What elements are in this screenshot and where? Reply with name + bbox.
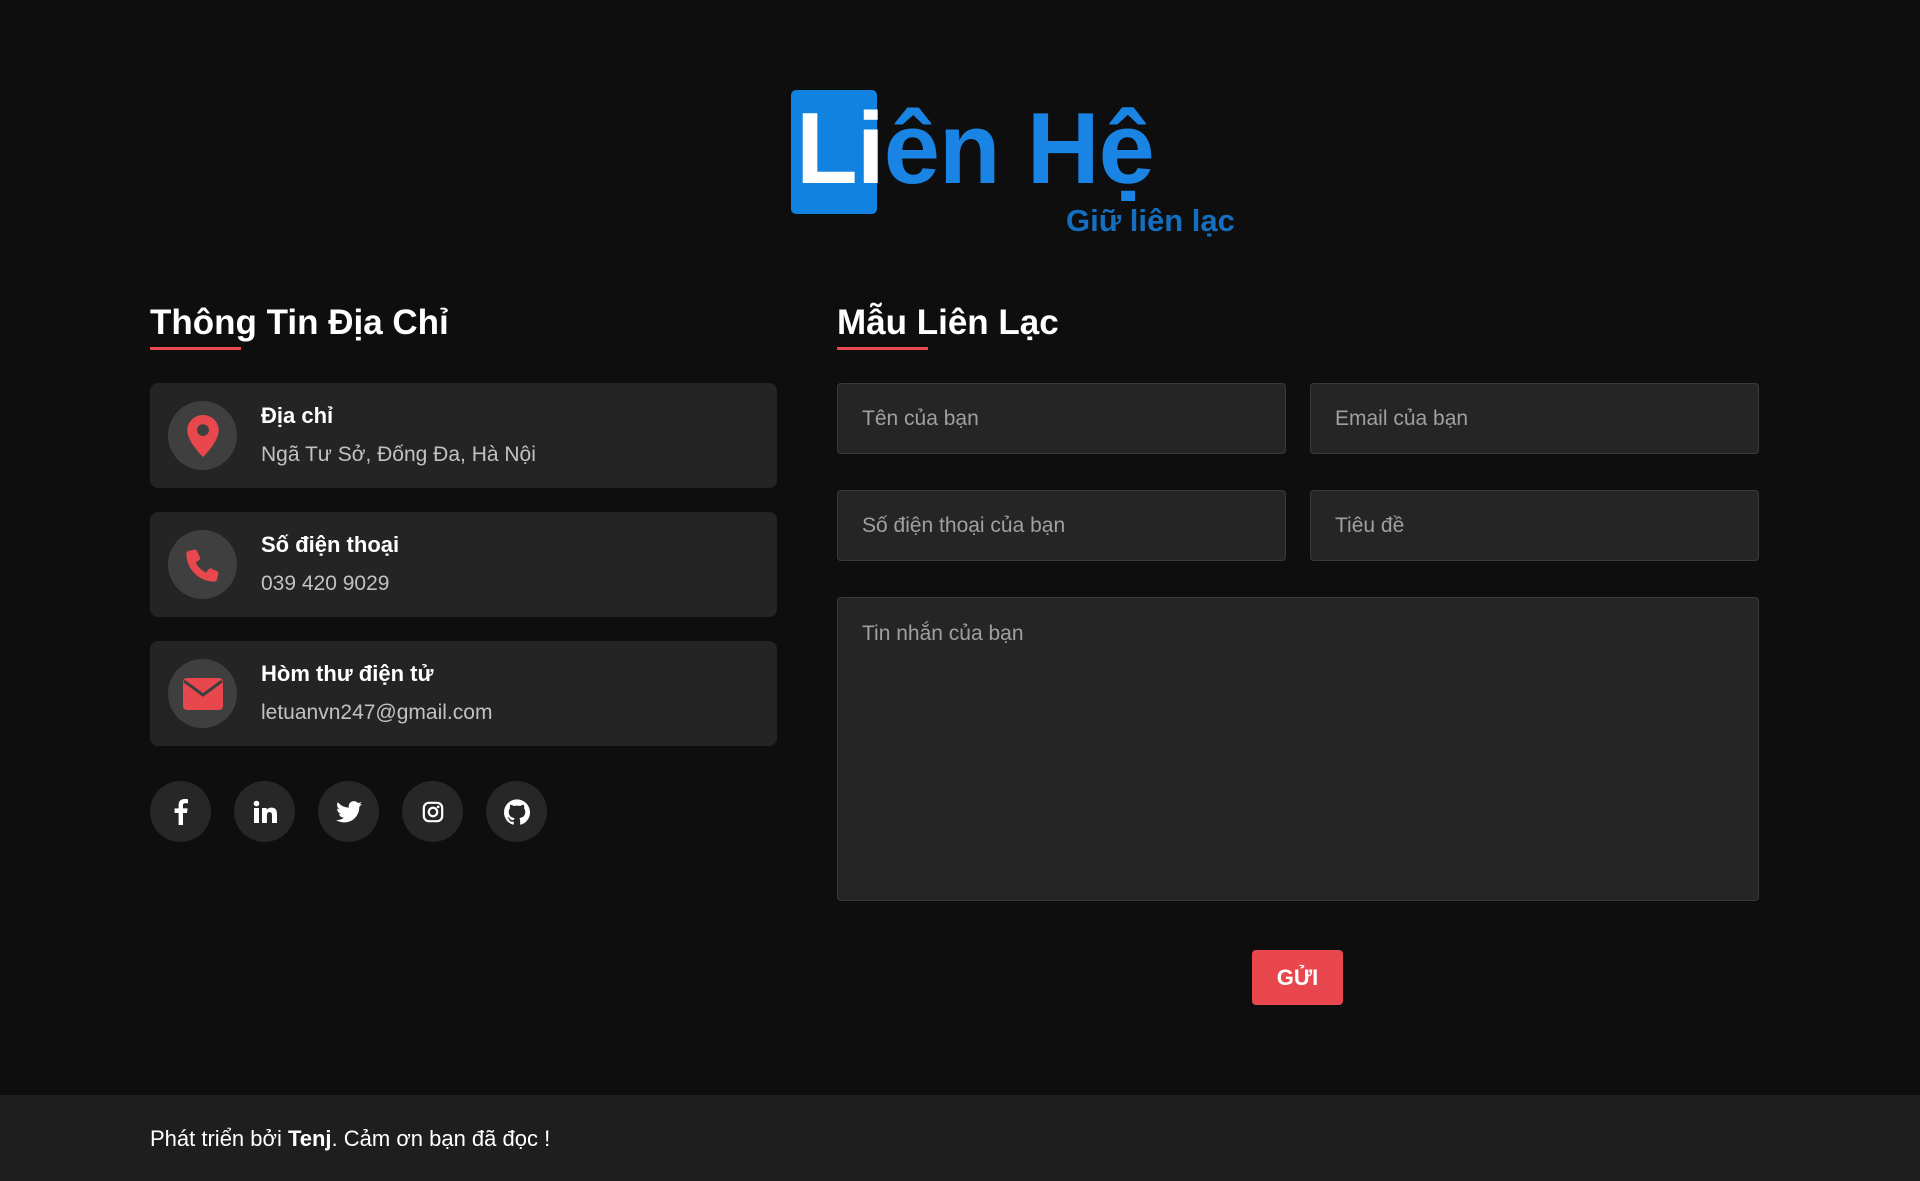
email-card: Hòm thư điện tử letuanvn247@gmail.com [150,641,777,746]
footer-prefix: Phát triển bởi [150,1126,288,1151]
map-marker-icon [168,401,237,470]
page-subtitle: Giữ liên lạc [1066,203,1235,238]
hero-header: Liên Hệ Giữ liên lạc [0,0,1920,270]
address-section-title: Thông Tin Địa Chỉ [150,303,449,342]
address-value: Ngã Tư Sở, Đống Đa, Hà Nội [261,443,536,466]
linkedin-link[interactable] [234,781,295,842]
address-title-underline [150,347,241,350]
email-label: Hòm thư điện tử [261,661,434,686]
email-input[interactable] [1310,383,1759,454]
subject-input[interactable] [1310,490,1759,561]
send-button[interactable]: GỬI [1252,950,1343,1005]
footer: Phát triển bởi Tenj. Cảm ơn bạn đã đọc ! [0,1095,1920,1181]
footer-text: Phát triển bởi Tenj. Cảm ơn bạn đã đọc ! [150,1124,550,1154]
address-card: Địa chỉ Ngã Tư Sở, Đống Đa, Hà Nội [150,383,777,488]
address-label: Địa chỉ [261,403,334,428]
footer-suffix: . Cảm ơn bạn đã đọc ! [331,1126,551,1151]
instagram-link[interactable] [402,781,463,842]
twitter-icon [335,800,362,822]
footer-author: Tenj [287,1126,332,1151]
message-textarea[interactable] [837,597,1759,901]
form-section-title: Mẫu Liên Lạc [837,303,1059,342]
page-title: Liên Hệ [796,93,1155,205]
envelope-icon [168,659,237,728]
linkedin-icon [253,800,277,823]
phone-value: 039 420 9029 [261,572,390,595]
facebook-link[interactable] [150,781,211,842]
name-input[interactable] [837,383,1286,454]
form-title-underline [837,347,928,350]
instagram-icon [422,801,443,822]
phone-icon [168,530,237,599]
contact-page: Liên Hệ Giữ liên lạc Thông Tin Địa Chỉ Đ… [0,0,1920,1181]
facebook-icon [174,798,188,825]
phone-card: Số điện thoại 039 420 9029 [150,512,777,617]
github-link[interactable] [486,781,547,842]
email-value: letuanvn247@gmail.com [261,701,493,724]
page-title-highlight: Li [796,93,885,205]
github-icon [503,798,530,825]
page-title-rest: ên Hệ [883,93,1155,205]
phone-label: Số điện thoại [261,532,400,557]
phone-input[interactable] [837,490,1286,561]
twitter-link[interactable] [318,781,379,842]
